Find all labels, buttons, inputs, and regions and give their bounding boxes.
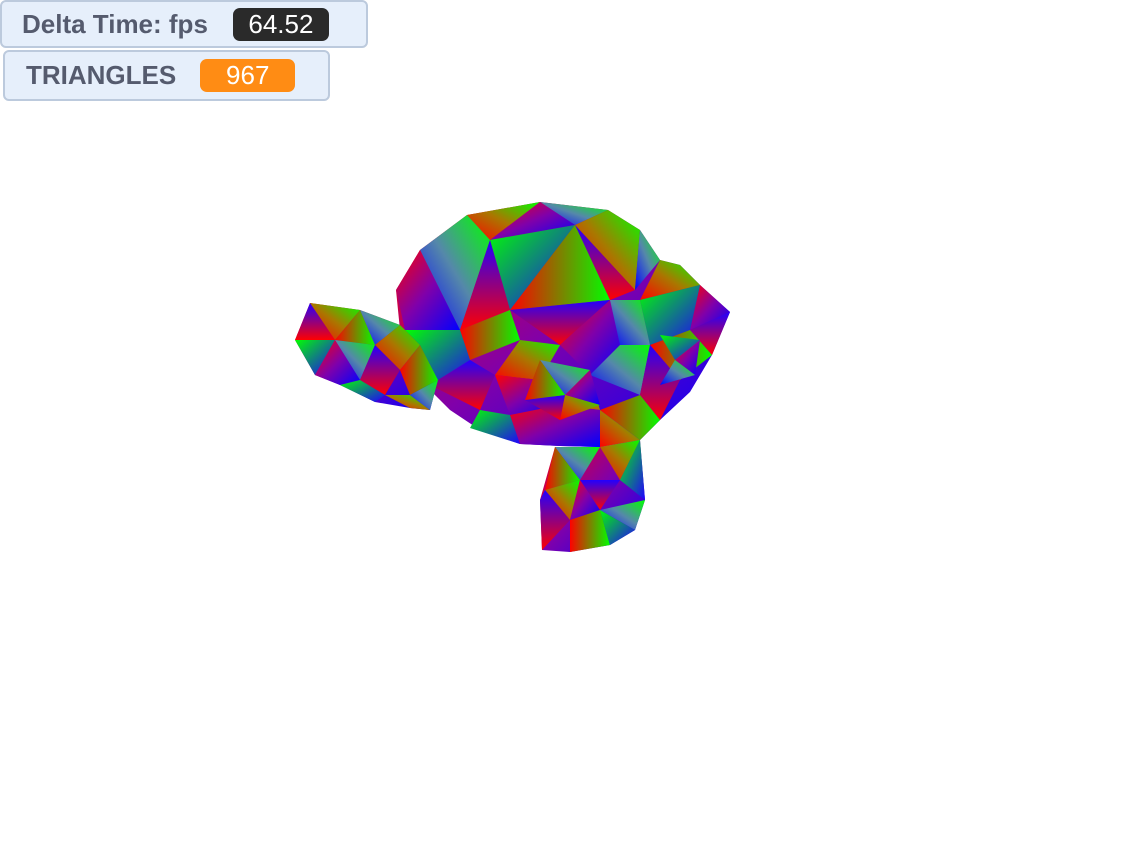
monkey-head-mesh — [295, 202, 730, 552]
render-viewport[interactable] — [0, 0, 1147, 855]
triangles-count-badge: 967 — [200, 59, 296, 92]
triangles-label: TRIANGLES — [26, 60, 177, 90]
fps-value-badge: 64.52 — [232, 7, 329, 41]
fps-panel: Delta Time: fps 64.52 — [0, 0, 368, 48]
fps-label: Delta Time: fps — [22, 8, 208, 39]
triangles-panel: TRIANGLES 967 — [3, 50, 330, 101]
